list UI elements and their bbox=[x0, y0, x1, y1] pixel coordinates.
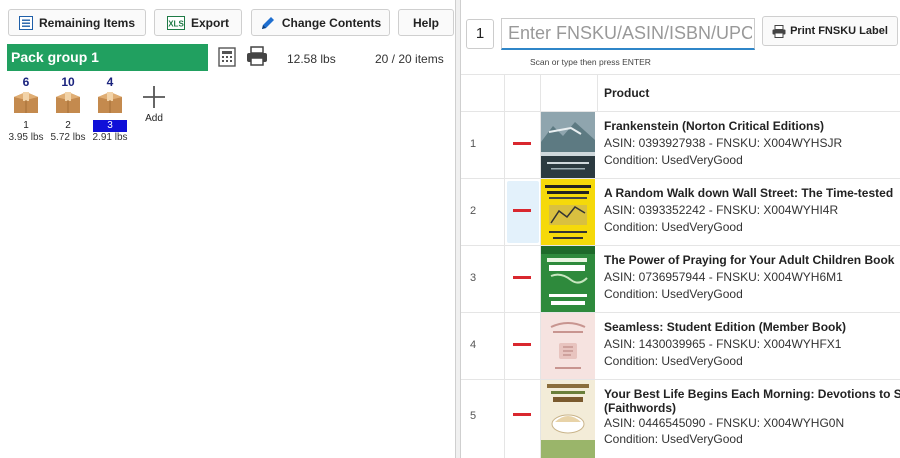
box-number: 2 bbox=[51, 120, 85, 132]
change-contents-button[interactable]: Change Contents bbox=[251, 9, 390, 36]
row-index: 2 bbox=[470, 205, 477, 217]
pencil-icon bbox=[261, 16, 274, 29]
table-row[interactable]: 4 Seamless: Student Edition (Member Book… bbox=[461, 313, 900, 380]
remove-item-button[interactable] bbox=[513, 209, 531, 212]
remaining-items-button[interactable]: Remaining Items bbox=[8, 9, 146, 36]
table-row[interactable]: 3 The Power of Praying for Your Adult Ch… bbox=[461, 246, 900, 313]
product-column-header[interactable]: Product bbox=[604, 86, 649, 100]
product-condition: Condition: UsedVeryGood bbox=[604, 287, 743, 301]
print-fnsku-label-button[interactable]: Print FNSKU Label bbox=[762, 16, 898, 46]
row-highlight bbox=[507, 181, 539, 243]
book-cover-random-walk bbox=[541, 179, 595, 245]
box-icon bbox=[14, 92, 38, 113]
box-number-selected: 3 bbox=[93, 120, 127, 132]
printer-icon[interactable] bbox=[246, 46, 268, 69]
plus-icon bbox=[143, 86, 165, 108]
product-asin: ASIN: 1430039965 - FNSKU: X004WYHFX1 bbox=[604, 337, 842, 351]
product-title: Frankenstein (Norton Critical Editions) bbox=[604, 119, 825, 133]
product-asin: ASIN: 0446545090 - FNSKU: X004WYHG0N bbox=[604, 416, 845, 430]
total-weight: 12.58 lbs bbox=[287, 52, 336, 66]
fnsku-search-input[interactable] bbox=[501, 18, 755, 50]
product-condition: Condition: UsedVeryGood bbox=[604, 220, 743, 234]
add-box-button[interactable]: Add bbox=[134, 84, 174, 124]
box-count: 4 bbox=[106, 75, 114, 89]
product-title: A Random Walk down Wall Street: The Time… bbox=[604, 186, 894, 200]
book-cover-best-life bbox=[541, 380, 595, 458]
table-header: Product bbox=[461, 74, 900, 112]
row-index: 5 bbox=[470, 410, 477, 422]
export-label: Export bbox=[190, 15, 229, 30]
book-cover-frankenstein bbox=[541, 112, 595, 178]
svg-text:XLS: XLS bbox=[168, 19, 184, 28]
excel-icon: XLS bbox=[166, 15, 185, 30]
export-button[interactable]: XLS Export bbox=[154, 9, 242, 36]
remove-item-button[interactable] bbox=[513, 142, 531, 145]
box-weight: 3.95 lbs bbox=[8, 132, 44, 143]
remove-item-button[interactable] bbox=[513, 276, 531, 279]
box-weight: 2.91 lbs bbox=[92, 132, 128, 143]
table-row[interactable]: 1 Frankenstein (Norton Critical Editions… bbox=[461, 112, 900, 179]
add-label: Add bbox=[145, 113, 163, 124]
pack-group-title: Pack group 1 bbox=[7, 44, 208, 71]
box-number: 1 bbox=[9, 120, 43, 132]
scan-hint: Scan or type then press ENTER bbox=[530, 57, 651, 67]
box-weight: 5.72 lbs bbox=[50, 132, 86, 143]
calculator-icon[interactable] bbox=[218, 47, 236, 70]
book-cover-seamless bbox=[541, 313, 595, 379]
book-cover-power-praying bbox=[541, 246, 595, 312]
product-condition: Condition: UsedVeryGood bbox=[604, 153, 743, 167]
remove-item-button[interactable] bbox=[513, 413, 531, 416]
row-index: 4 bbox=[470, 339, 477, 351]
product-condition: Condition: UsedVeryGood bbox=[604, 432, 743, 446]
row-index: 3 bbox=[470, 272, 477, 284]
product-condition: Condition: UsedVeryGood bbox=[604, 354, 743, 368]
box-count: 10 bbox=[61, 75, 75, 89]
table-row[interactable]: 5 Your Best Life Begins Each Morning: De… bbox=[461, 380, 900, 458]
product-title: Your Best Life Begins Each Morning: Devo… bbox=[604, 387, 900, 401]
print-label-text: Print FNSKU Label bbox=[790, 25, 888, 37]
help-button[interactable]: Help bbox=[398, 9, 454, 36]
box-item[interactable]: 10 2 5.72 lbs bbox=[47, 75, 89, 144]
product-title: Seamless: Student Edition (Member Book) bbox=[604, 320, 847, 334]
remaining-items-label: Remaining Items bbox=[38, 15, 136, 30]
product-title: The Power of Praying for Your Adult Chil… bbox=[604, 253, 895, 267]
list-icon bbox=[18, 15, 33, 30]
right-panel: 1 Print FNSKU Label Scan or type then pr… bbox=[461, 0, 900, 458]
row-index: 1 bbox=[470, 138, 477, 150]
box-icon bbox=[98, 92, 122, 113]
left-panel: Remaining Items XLS Export Change Conten… bbox=[0, 0, 455, 458]
box-item[interactable]: 6 1 3.95 lbs bbox=[5, 75, 47, 144]
table-row[interactable]: 2 A Random Walk down Wall Street: The Ti… bbox=[461, 179, 900, 246]
help-label: Help bbox=[412, 15, 439, 30]
printer-icon bbox=[772, 24, 786, 38]
box-item[interactable]: 4 3 2.91 lbs bbox=[89, 75, 131, 144]
change-contents-label: Change Contents bbox=[281, 15, 382, 30]
product-title-continued: (Faithwords) bbox=[604, 401, 676, 415]
product-asin: ASIN: 0736957944 - FNSKU: X004WYH6M1 bbox=[604, 270, 843, 284]
remove-item-button[interactable] bbox=[513, 343, 531, 346]
box-count: 6 bbox=[22, 75, 30, 89]
product-asin: ASIN: 0393352242 - FNSKU: X004WYHI4R bbox=[604, 203, 839, 217]
product-asin: ASIN: 0393927938 - FNSKU: X004WYHSJR bbox=[604, 136, 843, 150]
box-icon bbox=[56, 92, 80, 113]
quantity-input[interactable]: 1 bbox=[466, 19, 494, 49]
item-count: 20 / 20 items bbox=[375, 52, 444, 66]
